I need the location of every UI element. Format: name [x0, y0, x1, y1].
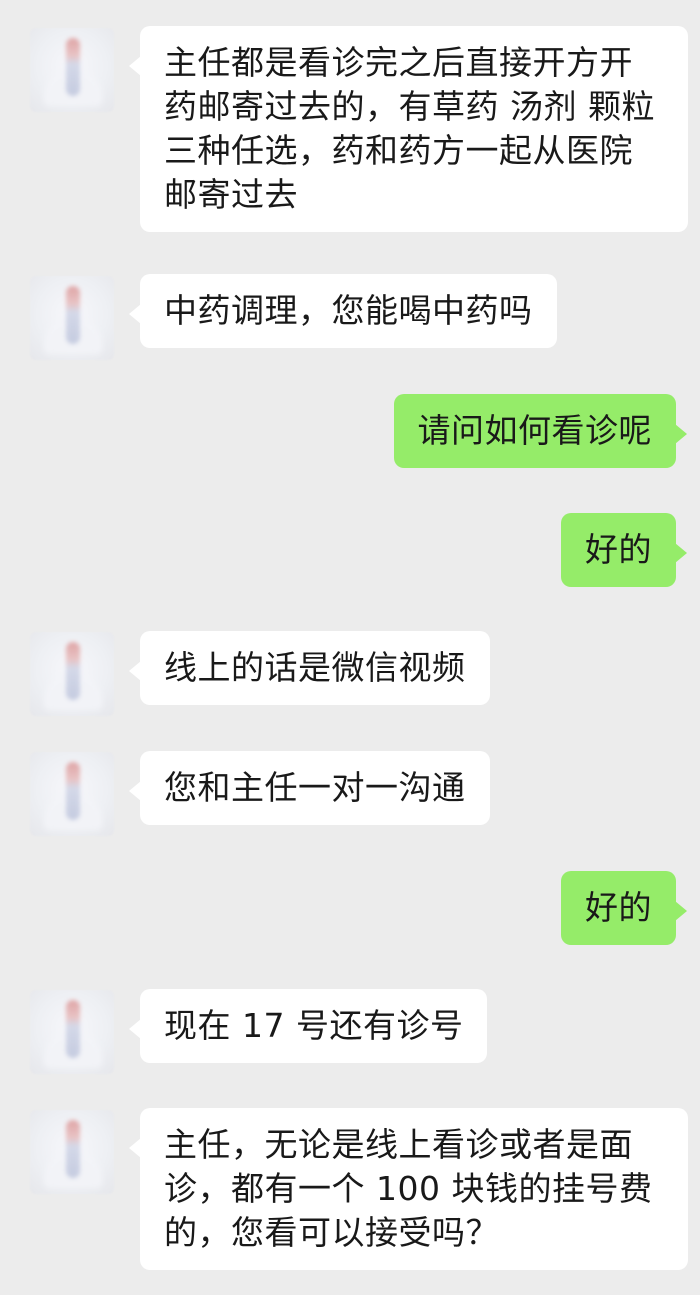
contact-avatar-icon[interactable] [30, 276, 114, 360]
sent-message-bubble[interactable]: 好的 [561, 871, 687, 945]
received-message-bubble[interactable]: 现在 17 号还有诊号 [128, 989, 488, 1063]
contact-avatar-icon[interactable] [30, 752, 114, 836]
received-message-bubble[interactable]: 线上的话是微信视频 [129, 631, 490, 705]
received-message-bubble[interactable]: 主任，无论是线上看诊或者是面诊，都有一个 100 块钱的挂号费的，您看可以接受吗… [129, 1108, 688, 1270]
received-message-bubble[interactable]: 主任都是看诊完之后直接开方开药邮寄过去的，有草药 汤剂 颗粒三种任选，药和药方一… [129, 26, 688, 232]
received-message-bubble[interactable]: 中药调理，您能喝中药吗 [129, 274, 557, 348]
sent-message-bubble[interactable]: 好的 [561, 513, 687, 587]
contact-avatar-icon[interactable] [30, 28, 114, 112]
received-message-bubble[interactable]: 您和主任一对一沟通 [129, 751, 490, 825]
chat-message-list: 主任都是看诊完之后直接开方开药邮寄过去的，有草药 汤剂 颗粒三种任选，药和药方一… [0, 0, 700, 1295]
contact-avatar-icon[interactable] [30, 990, 114, 1074]
sent-message-bubble[interactable]: 请问如何看诊呢 [393, 394, 687, 468]
contact-avatar-icon[interactable] [30, 632, 114, 716]
contact-avatar-icon[interactable] [30, 1110, 114, 1194]
